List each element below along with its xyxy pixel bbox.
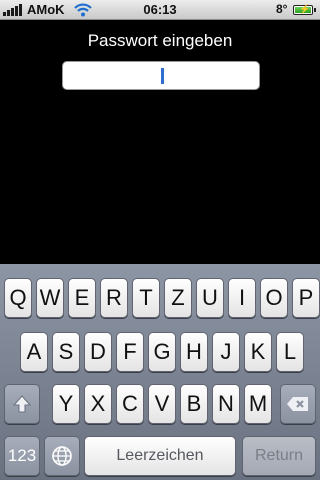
globe-icon [52,446,72,466]
key-z[interactable]: Z [164,278,192,318]
numbers-key[interactable]: 123 [4,436,40,476]
battery-charging-icon: ⚡ [293,4,316,15]
key-e[interactable]: E [68,278,96,318]
space-key[interactable]: Leerzeichen [84,436,236,476]
clock: 06:13 [143,2,177,17]
key-v[interactable]: V [148,384,176,424]
key-p[interactable]: P [292,278,320,318]
globe-key[interactable] [44,436,80,476]
key-h[interactable]: H [180,332,208,372]
key-t[interactable]: T [132,278,160,318]
keyboard: Q W E R T Z U I O P A S D F G H J K L Y X C V B N M 123 Leerzeichen… [0,264,320,480]
shift-arrow-icon [12,395,32,413]
key-k[interactable]: K [244,332,272,372]
key-m[interactable]: M [244,384,272,424]
key-g[interactable]: G [148,332,176,372]
key-f[interactable]: F [116,332,144,372]
backspace-icon [287,397,308,411]
key-o[interactable]: O [260,278,288,318]
key-n[interactable]: N [212,384,240,424]
text-caret [161,68,164,84]
key-b[interactable]: B [180,384,208,424]
key-l[interactable]: L [276,332,304,372]
key-u[interactable]: U [196,278,224,318]
key-w[interactable]: W [36,278,64,318]
key-a[interactable]: A [20,332,48,372]
shift-key[interactable] [4,384,40,424]
temperature: 8° [276,2,288,16]
status-bar: AMoK 06:13 8° ⚡ [0,0,320,20]
password-field[interactable] [62,61,260,90]
return-key[interactable]: Return [242,436,316,476]
key-s[interactable]: S [52,332,80,372]
key-d[interactable]: D [84,332,112,372]
prompt-title: Passwort eingeben [87,31,233,50]
key-r[interactable]: R [100,278,128,318]
key-q[interactable]: Q [4,278,32,318]
key-j[interactable]: J [212,332,240,372]
key-x[interactable]: X [84,384,112,424]
key-i[interactable]: I [228,278,256,318]
key-c[interactable]: C [116,384,144,424]
delete-key[interactable] [280,384,316,424]
key-y[interactable]: Y [52,384,80,424]
